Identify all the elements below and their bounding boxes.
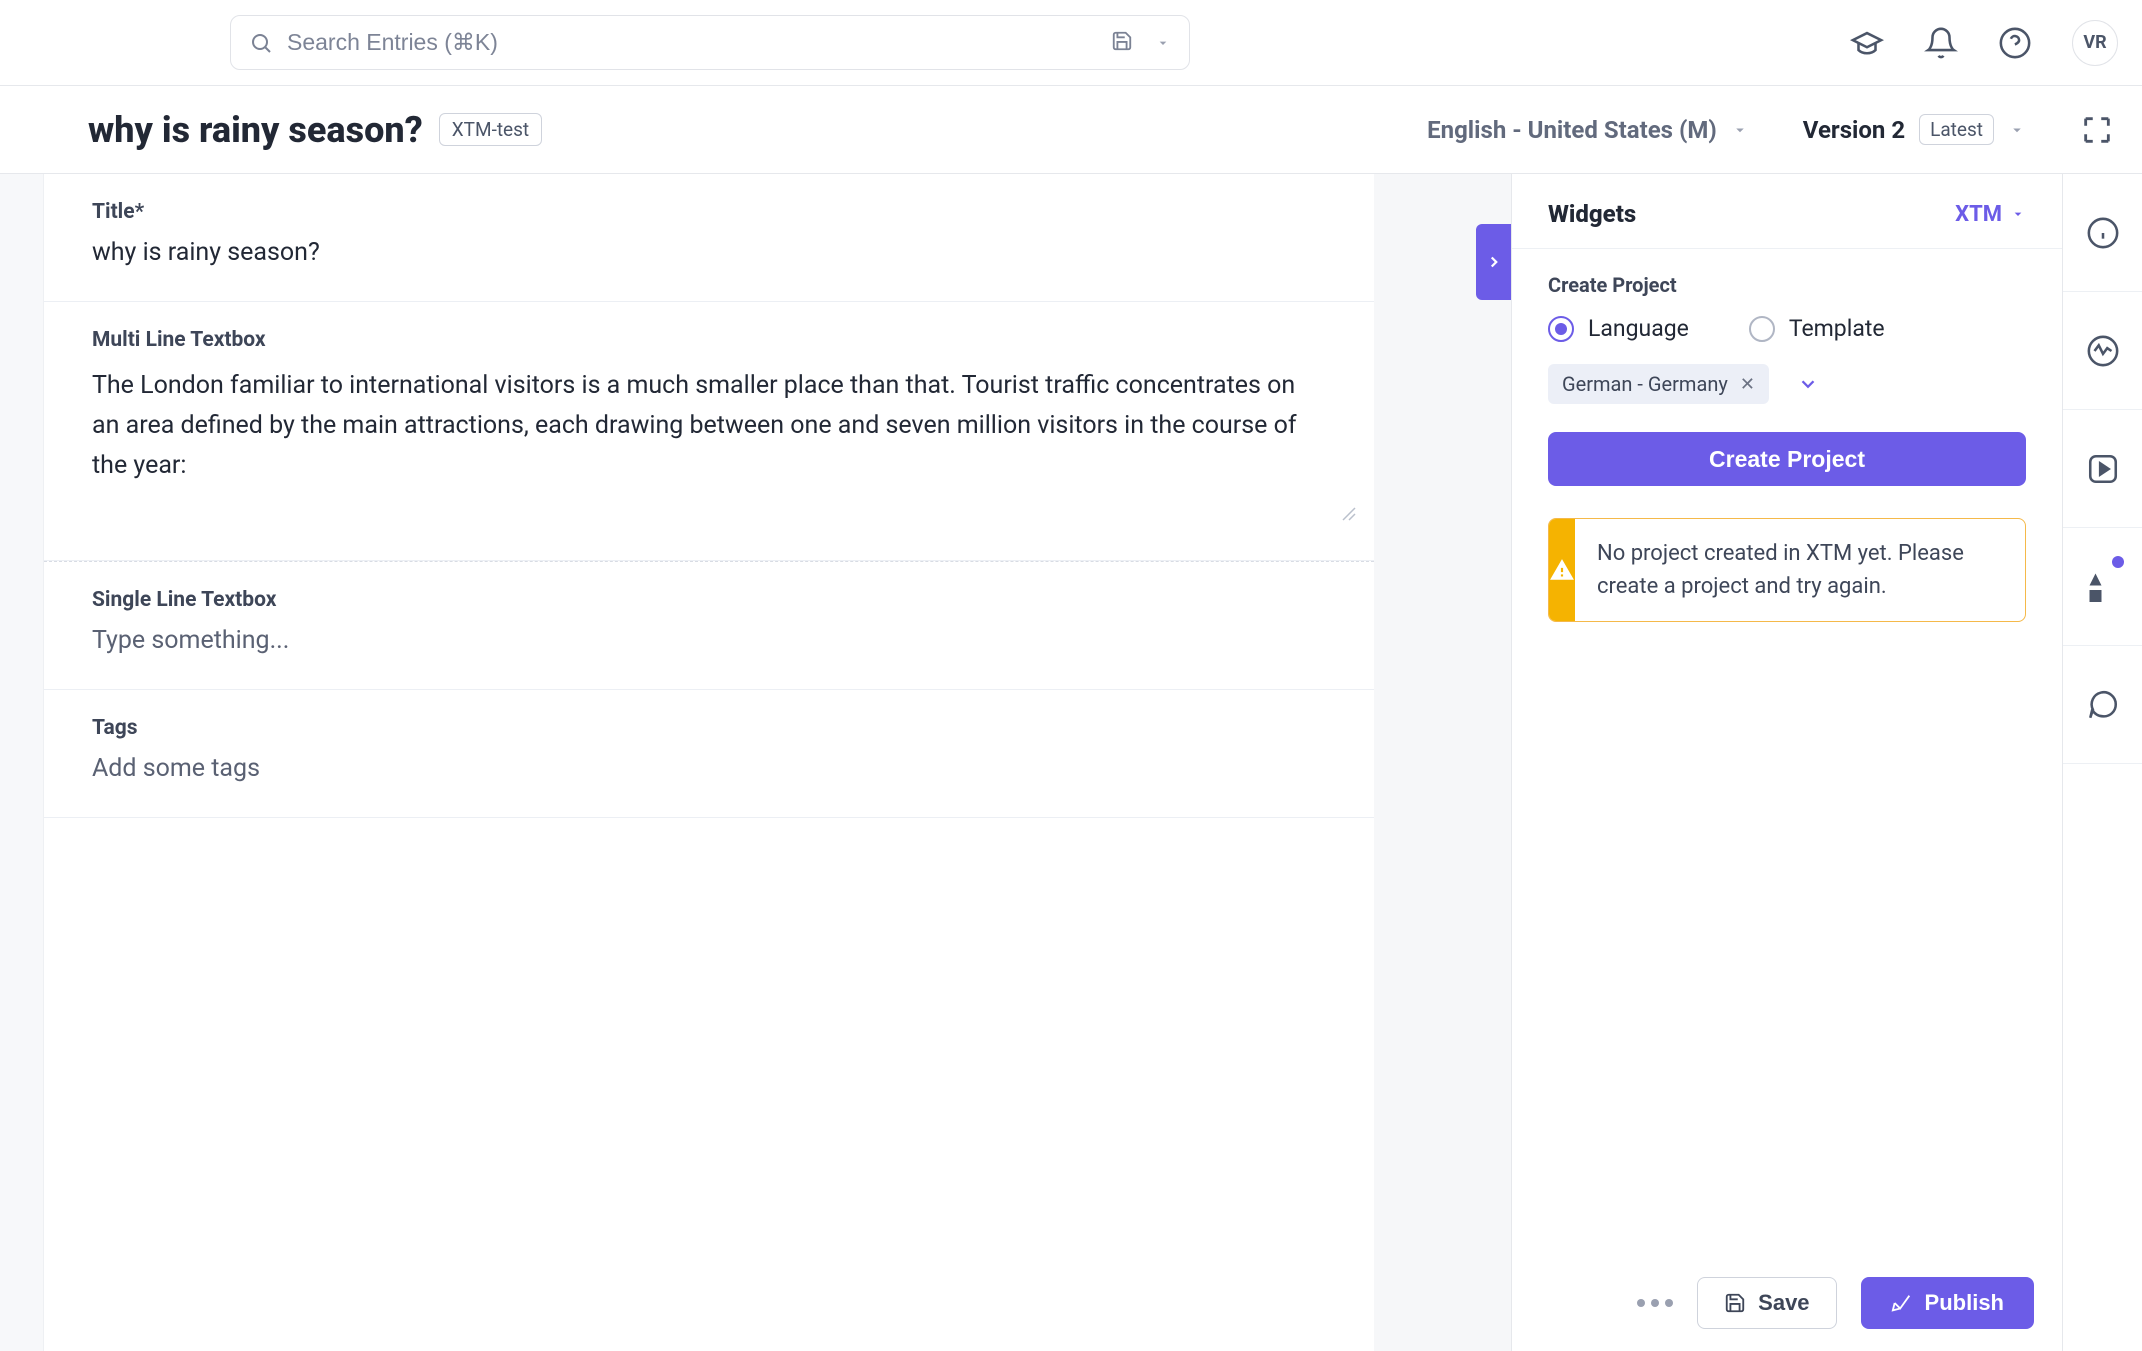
publish-label: Publish bbox=[1925, 1290, 2004, 1316]
version-badge: Latest bbox=[1919, 114, 1994, 145]
graduation-icon[interactable] bbox=[1850, 26, 1884, 60]
version-label: Version 2 bbox=[1803, 116, 1905, 144]
language-chip[interactable]: German - Germany ✕ bbox=[1548, 364, 1769, 404]
field-label: Title* bbox=[92, 200, 1326, 224]
save-button[interactable]: Save bbox=[1697, 1277, 1836, 1329]
more-icon[interactable] bbox=[1637, 1299, 1673, 1307]
singleline-input[interactable]: Type something... bbox=[92, 626, 1326, 655]
radio-label: Language bbox=[1588, 315, 1689, 342]
title-input[interactable]: why is rainy season? bbox=[92, 238, 1326, 267]
radio-icon bbox=[1749, 316, 1775, 342]
search-dropdown-caret[interactable] bbox=[1155, 35, 1171, 51]
field-multiline: Multi Line Textbox The London familiar t… bbox=[44, 302, 1374, 561]
avatar[interactable]: VR bbox=[2072, 20, 2118, 66]
search-icon bbox=[249, 31, 273, 55]
help-icon[interactable] bbox=[1998, 26, 2032, 60]
save-label: Save bbox=[1758, 1290, 1809, 1316]
play-icon[interactable] bbox=[2063, 410, 2142, 528]
locale-selector[interactable]: English - United States (M) bbox=[1427, 116, 1749, 144]
footer-actions: Save Publish bbox=[1637, 1277, 2034, 1329]
field-tags: Tags Add some tags bbox=[44, 690, 1374, 818]
tags-input[interactable]: Add some tags bbox=[92, 754, 1326, 783]
language-chip-row: German - Germany ✕ bbox=[1548, 364, 2026, 404]
search-field[interactable] bbox=[230, 15, 1190, 70]
chip-label: German - Germany bbox=[1562, 372, 1728, 396]
save-disk-icon bbox=[1724, 1292, 1746, 1314]
field-title: Title* why is rainy season? bbox=[44, 174, 1374, 302]
create-project-button[interactable]: Create Project bbox=[1548, 432, 2026, 486]
widgets-title: Widgets bbox=[1548, 200, 1636, 228]
locale-label: English - United States (M) bbox=[1427, 116, 1717, 144]
publish-button[interactable]: Publish bbox=[1861, 1277, 2034, 1329]
page-title: why is rainy season? bbox=[88, 109, 423, 151]
radio-language[interactable]: Language bbox=[1548, 315, 1689, 342]
comments-icon[interactable] bbox=[2063, 646, 2142, 764]
chevron-down-icon bbox=[2008, 121, 2026, 139]
widgets-selector-label: XTM bbox=[1955, 202, 2002, 227]
entry-type-badge: XTM-test bbox=[439, 113, 542, 146]
resize-handle-icon[interactable] bbox=[1340, 500, 1358, 532]
multiline-textarea[interactable]: The London familiar to international vis… bbox=[92, 366, 1326, 526]
radio-label: Template bbox=[1789, 315, 1885, 342]
multiline-text: The London familiar to international vis… bbox=[92, 371, 1297, 480]
version-selector[interactable]: Version 2 Latest bbox=[1803, 114, 2026, 145]
create-project-heading: Create Project bbox=[1548, 273, 2026, 297]
divider bbox=[1512, 248, 2062, 249]
field-label: Tags bbox=[92, 716, 1326, 740]
title-bar: why is rainy season? XTM-test English - … bbox=[0, 86, 2142, 174]
warning-box: No project created in XTM yet. Please cr… bbox=[1548, 518, 2026, 622]
mid-gutter bbox=[1374, 174, 1511, 1351]
project-type-radio-group: Language Template bbox=[1548, 315, 2026, 342]
radio-template[interactable]: Template bbox=[1749, 315, 1885, 342]
chevron-down-icon bbox=[1731, 121, 1749, 139]
search-input[interactable] bbox=[287, 29, 1111, 56]
bell-icon[interactable] bbox=[1924, 26, 1958, 60]
warning-icon bbox=[1549, 519, 1575, 621]
right-rail bbox=[2062, 174, 2142, 1351]
widgets-selector[interactable]: XTM bbox=[1955, 202, 2026, 227]
activity-icon[interactable] bbox=[2063, 292, 2142, 410]
widgets-panel: Widgets XTM Create Project Language Temp… bbox=[1511, 174, 2062, 1351]
shapes-icon[interactable] bbox=[2063, 528, 2142, 646]
field-label: Multi Line Textbox bbox=[92, 328, 1326, 352]
field-label: Single Line Textbox bbox=[92, 588, 1326, 612]
info-icon[interactable] bbox=[2063, 174, 2142, 292]
publish-icon bbox=[1891, 1292, 1913, 1314]
content-form: Title* why is rainy season? Multi Line T… bbox=[44, 174, 1374, 1351]
chevron-down-icon bbox=[2010, 206, 2026, 222]
panel-collapse-tab[interactable] bbox=[1476, 224, 1512, 300]
save-disk-icon[interactable] bbox=[1111, 30, 1133, 56]
radio-icon bbox=[1548, 316, 1574, 342]
field-singleline: Single Line Textbox Type something... bbox=[44, 561, 1374, 690]
left-gutter bbox=[0, 174, 44, 1351]
top-bar: VR bbox=[0, 0, 2142, 86]
expand-icon[interactable] bbox=[2080, 113, 2114, 147]
close-icon[interactable]: ✕ bbox=[1740, 374, 1755, 395]
language-dropdown[interactable] bbox=[1797, 373, 1819, 395]
warning-text: No project created in XTM yet. Please cr… bbox=[1575, 519, 2025, 621]
